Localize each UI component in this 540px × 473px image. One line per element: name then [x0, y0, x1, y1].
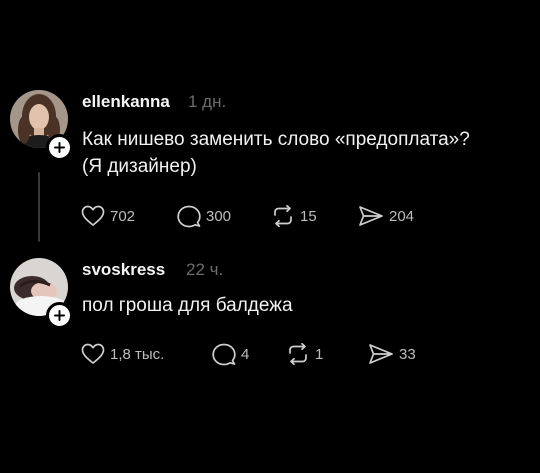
- thread-line: [38, 172, 40, 242]
- like-count: 1,8 тыс.: [110, 345, 165, 363]
- username[interactable]: ellenkanna: [82, 92, 170, 112]
- share-count: 204: [389, 207, 415, 225]
- send-icon: [359, 206, 383, 226]
- heart-icon: [81, 205, 105, 226]
- like-count: 702: [110, 207, 136, 225]
- reply-count: 4: [241, 346, 250, 363]
- send-icon: [369, 344, 393, 364]
- post-time: 1 дн.: [188, 92, 227, 111]
- share-count: 33: [399, 345, 416, 363]
- comment-icon: [177, 205, 201, 228]
- heart-icon: [81, 343, 105, 364]
- reply-button[interactable]: 4: [212, 343, 249, 366]
- plus-icon: [54, 310, 65, 321]
- like-button[interactable]: 702: [81, 205, 135, 227]
- reply-button[interactable]: 300: [177, 205, 231, 228]
- post-text: Как нишево заменить слово «предоплата»? …: [82, 129, 470, 177]
- post-svoskress: svoskress 22 ч. пол гроша для балдежа 1,…: [0, 250, 540, 400]
- repost-button[interactable]: 1: [286, 343, 323, 365]
- plus-icon: [54, 142, 65, 153]
- username[interactable]: svoskress: [82, 260, 165, 280]
- repost-button[interactable]: 15: [271, 205, 317, 227]
- follow-button[interactable]: [46, 134, 73, 161]
- reply-count: 300: [206, 208, 232, 225]
- follow-button[interactable]: [46, 302, 73, 329]
- share-button[interactable]: 33: [368, 343, 416, 365]
- post-ellenkanna: ellenkanna 1 дн. Как нишево заменить сло…: [0, 0, 540, 250]
- share-button[interactable]: 204: [358, 205, 414, 227]
- repost-icon: [289, 343, 307, 365]
- post-time: 22 ч.: [186, 260, 224, 279]
- repost-count: 1: [315, 345, 324, 363]
- repost-icon: [274, 205, 292, 227]
- post-text: пол гроша для балдежа: [82, 295, 293, 316]
- like-button[interactable]: 1,8 тыс.: [81, 343, 164, 365]
- repost-count: 15: [300, 207, 317, 225]
- comment-icon: [212, 343, 236, 366]
